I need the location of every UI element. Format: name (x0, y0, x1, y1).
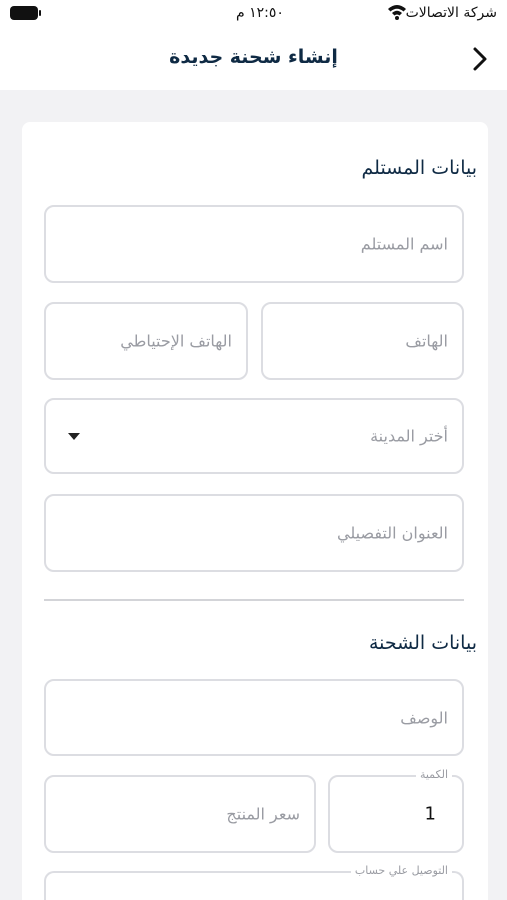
backup-phone-placeholder: الهاتف الإحتياطي (120, 331, 232, 351)
section-divider (44, 599, 464, 601)
nav-bar: إنشاء شحنة جديدة (0, 30, 507, 90)
quantity-value: 1 (424, 803, 436, 825)
address-placeholder: العنوان التفصيلي (337, 523, 448, 543)
status-time: ١٢:٥٠ م (236, 5, 284, 21)
recipient-name-placeholder: اسم المستلم (360, 234, 448, 254)
price-placeholder: سعر المنتج (226, 804, 300, 824)
phone-input[interactable]: الهاتف (261, 302, 464, 380)
status-bar: شركة الاتصالات ١٢:٥٠ م (0, 0, 507, 30)
back-chevron-icon[interactable] (467, 44, 493, 74)
delivery-account-select[interactable]: التوصيل علي حساب (44, 864, 464, 900)
quantity-input[interactable]: الكمية 1 (328, 768, 464, 853)
description-placeholder: الوصف (400, 708, 448, 727)
phone-placeholder: الهاتف (405, 331, 448, 351)
dropdown-caret-icon (68, 433, 80, 440)
recipient-section-title: بيانات المستلم (361, 157, 477, 179)
city-select[interactable]: أختر المدينة (44, 398, 464, 474)
wifi-icon (387, 3, 407, 25)
price-input[interactable]: سعر المنتج (44, 775, 316, 853)
delivery-account-label: التوصيل علي حساب (350, 864, 452, 877)
backup-phone-input[interactable]: الهاتف الإحتياطي (44, 302, 248, 380)
quantity-label: الكمية (415, 768, 452, 781)
address-input[interactable]: العنوان التفصيلي (44, 494, 464, 572)
battery-icon (10, 6, 41, 20)
recipient-name-input[interactable]: اسم المستلم (44, 205, 464, 283)
description-input[interactable]: الوصف (44, 679, 464, 756)
carrier-name: شركة الاتصالات (405, 5, 497, 21)
city-placeholder: أختر المدينة (370, 426, 448, 446)
shipment-section-title: بيانات الشحنة (368, 632, 477, 654)
page-title: إنشاء شحنة جديدة (169, 46, 338, 68)
